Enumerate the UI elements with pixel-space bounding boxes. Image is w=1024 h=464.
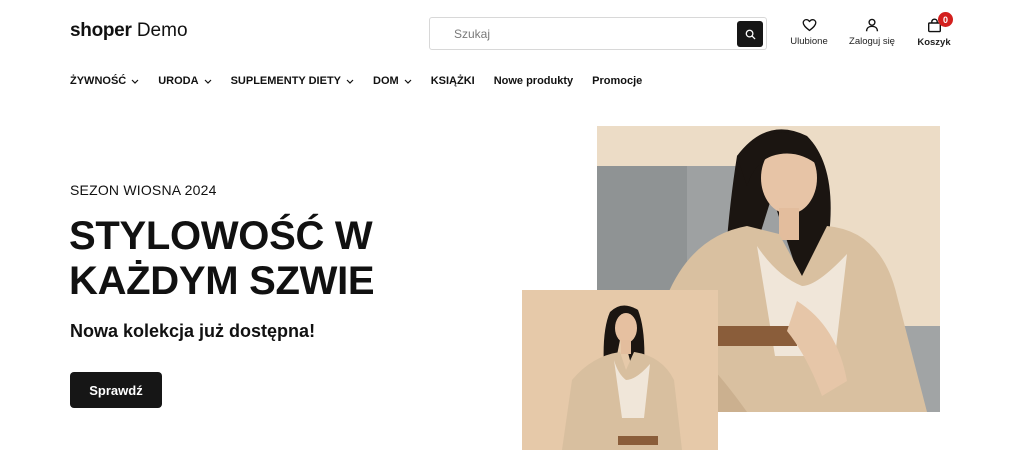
- logo-brand: shoper: [70, 20, 132, 41]
- search-button[interactable]: [737, 21, 763, 47]
- hero-title: STYLOWOŚĆ W KAŻDYM SZWIE: [69, 214, 375, 304]
- chevron-down-icon: [204, 79, 212, 84]
- search-icon: [745, 29, 755, 39]
- cart-link[interactable]: 0 Koszyk: [915, 12, 953, 48]
- chevron-down-icon: [131, 79, 139, 84]
- nav-item-books[interactable]: KSIĄŻKI: [431, 75, 475, 87]
- chevron-down-icon: [404, 79, 412, 84]
- login-link[interactable]: Zaloguj się: [848, 18, 896, 47]
- search-input[interactable]: [431, 19, 731, 48]
- chevron-down-icon: [346, 79, 354, 84]
- cart-count-badge: 0: [938, 12, 953, 27]
- nav-item-food[interactable]: ŻYWNOŚĆ: [70, 75, 139, 87]
- logo-suffix: Demo: [136, 20, 188, 41]
- store-logo[interactable]: shoper Demo: [70, 20, 188, 42]
- hero-title-line-2: KAŻDYM SZWIE: [69, 259, 375, 303]
- nav-item-label: SUPLEMENTY DIETY: [230, 75, 342, 87]
- nav-item-supplements[interactable]: SUPLEMENTY DIETY: [231, 75, 354, 87]
- nav-item-promotions[interactable]: Promocje: [592, 75, 642, 87]
- nav-item-label: DOM: [373, 75, 399, 87]
- main-navigation: ŻYWNOŚĆ URODA SUPLEMENTY DIETY DOM KSIĄŻ…: [70, 74, 661, 88]
- nav-item-beauty[interactable]: URODA: [158, 75, 212, 87]
- login-label: Zaloguj się: [849, 36, 895, 47]
- site-header: shoper Demo Ulubione Zaloguj się 0 Koszy: [0, 0, 1024, 66]
- cart-label: Koszyk: [917, 37, 951, 48]
- hero-photo-small: [522, 290, 718, 450]
- nav-item-new-products[interactable]: Nowe produkty: [494, 75, 573, 87]
- search-bar: [429, 17, 767, 50]
- nav-item-label: Promocje: [592, 75, 643, 87]
- hero-subtitle: SEZON WIOSNA 2024: [70, 182, 217, 198]
- user-icon: [865, 18, 879, 32]
- nav-item-label: KSIĄŻKI: [430, 75, 475, 87]
- nav-item-label: Nowe produkty: [493, 75, 574, 87]
- nav-item-label: URODA: [158, 75, 199, 87]
- favorites-label: Ulubione: [790, 36, 828, 47]
- nav-item-home[interactable]: DOM: [373, 75, 412, 87]
- nav-item-label: ŻYWNOŚĆ: [70, 75, 127, 87]
- check-collection-button[interactable]: Sprawdź: [70, 372, 162, 408]
- hero-title-line-1: STYLOWOŚĆ W: [69, 214, 373, 258]
- hero-description: Nowa kolekcja już dostępna!: [70, 321, 316, 341]
- heart-icon: [802, 19, 816, 32]
- favorites-link[interactable]: Ulubione: [789, 18, 829, 47]
